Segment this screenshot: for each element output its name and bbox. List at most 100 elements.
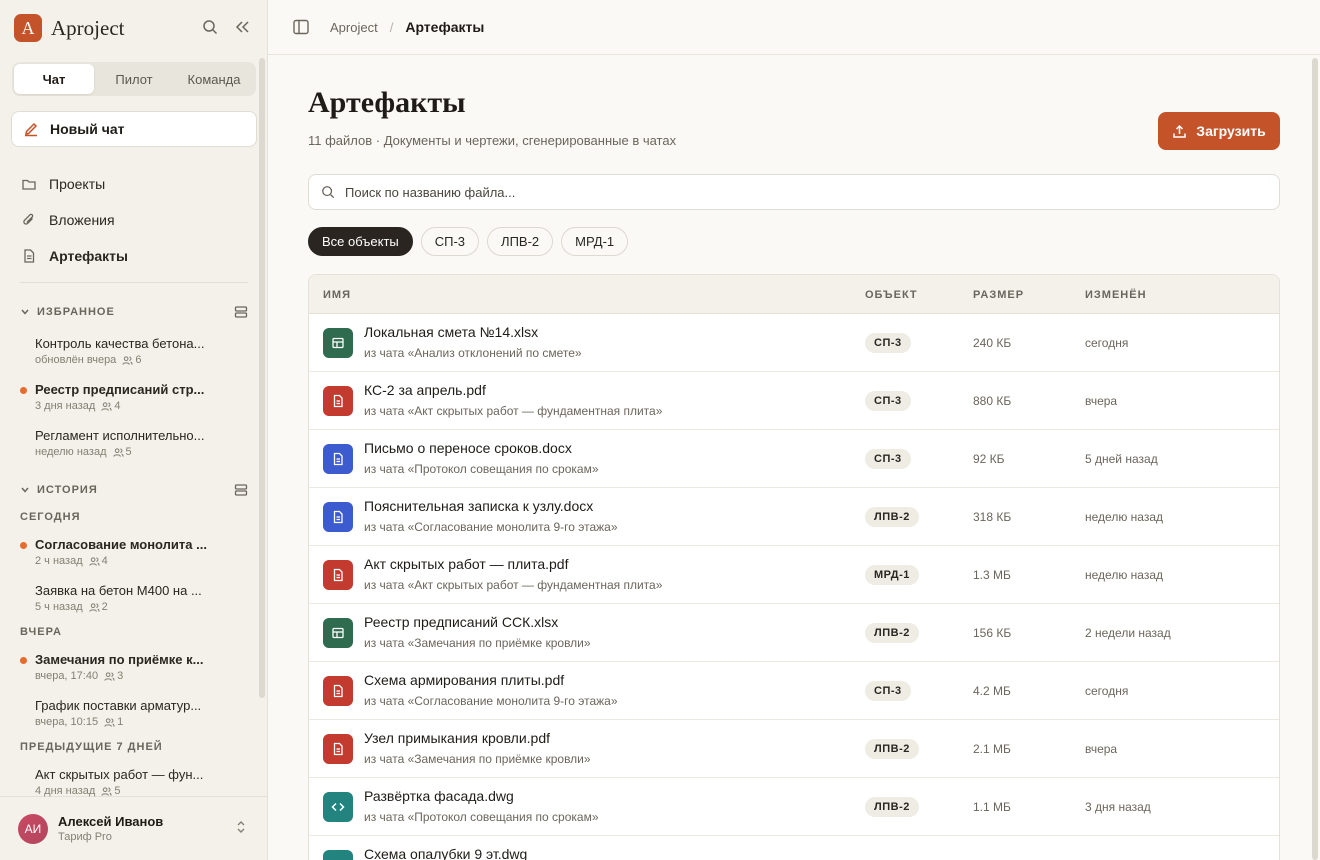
user-menu[interactable]: АИ Алексей Иванов Тариф Pro (0, 796, 267, 860)
table-row[interactable]: Акт скрытых работ — плита.pdf из чата «Ак… (309, 546, 1279, 604)
sidebar-item-1[interactable]: Вложения (12, 202, 256, 238)
column-object[interactable]: ОБЪЕКТ (865, 289, 918, 301)
table-row[interactable]: КС-2 за апрель.pdf из чата «Акт скрытых р… (309, 372, 1279, 430)
upload-label: Загрузить (1196, 123, 1266, 139)
sidebar-item-label: Артефакты (49, 248, 128, 264)
table-row[interactable]: Письмо о переносе сроков.docx из чата «Пр… (309, 430, 1279, 488)
file-search[interactable] (308, 174, 1280, 210)
table-row[interactable]: Реестр предписаний ССК.xlsx из чата «Заме… (309, 604, 1279, 662)
chat-list-item[interactable]: Акт скрытых работ — фун... 4 дня назад 5 (35, 767, 245, 797)
people-icon (89, 602, 100, 613)
file-source: из чата «Замечания по приёмке кровли» (364, 636, 591, 650)
file-name[interactable]: КС-2 за апрель.pdf (364, 382, 486, 398)
chat-list-item[interactable]: Реестр предписаний стр... 3 дня назад 4 (20, 382, 245, 412)
object-badge: МРД-1 (865, 565, 919, 585)
main-scrollbar[interactable] (1312, 58, 1318, 860)
file-modified: 3 дня назад (1085, 800, 1151, 814)
filter-chip[interactable]: МРД-1 (561, 227, 629, 256)
file-name[interactable]: Схема армирования плиты.pdf (364, 672, 564, 688)
brand[interactable]: A Aproject (14, 14, 124, 42)
search-icon[interactable] (201, 18, 219, 36)
sidebar-actions (201, 18, 251, 36)
table-row[interactable]: Развёртка фасада.dwg из чата «Протокол со… (309, 778, 1279, 836)
paperclip-icon (23, 213, 34, 225)
file-name[interactable]: Реестр предписаний ССК.xlsx (364, 614, 558, 630)
tab-1[interactable]: Пилот (94, 64, 174, 94)
chat-meta: 3 дня назад 4 (35, 400, 245, 412)
chat-meta: 2 ч назад 4 (35, 555, 245, 567)
code-file-icon (323, 792, 353, 822)
object-badge: ЛПВ-2 (865, 739, 919, 759)
table-row[interactable]: Схема опалубки 9 эт.dwg (309, 836, 1279, 860)
app-name: Aproject (51, 15, 125, 40)
artifacts-table: ИМЯ ОБЪЕКТ РАЗМЕР ИЗМЕНЁН Локальная смет… (308, 274, 1280, 860)
chat-list-item[interactable]: График поставки арматур... вчера, 10:15 1 (35, 698, 245, 728)
spreadsheet-icon (323, 328, 353, 358)
chat-title: График поставки арматур... (35, 698, 202, 713)
chat-list-item[interactable]: Контроль качества бетона... обновлён вчер… (35, 336, 245, 366)
pdf-file-icon (323, 560, 353, 590)
object-badge: ЛПВ-2 (865, 797, 919, 817)
file-modified: вчера (1085, 394, 1118, 408)
upload-button[interactable]: Загрузить (1158, 112, 1280, 150)
chat-title: Реестр предписаний стр... (35, 382, 205, 397)
chat-title: Заявка на бетон М400 на ... (35, 583, 202, 598)
people-icon (104, 717, 115, 728)
sidebar-scrollbar[interactable] (259, 58, 265, 698)
tab-2[interactable]: Команда (174, 64, 254, 94)
chat-time: 3 дня назад (35, 400, 96, 412)
column-modified[interactable]: ИЗМЕНЁН (1085, 289, 1147, 301)
doc-file-icon (323, 444, 353, 474)
search-input[interactable] (345, 184, 1245, 200)
filter-chip[interactable]: Все объекты (308, 227, 413, 256)
history-header[interactable]: ИСТОРИЯ (20, 483, 248, 497)
file-name[interactable]: Письмо о переносе сроков.docx (364, 440, 572, 456)
tab-0[interactable]: Чат (14, 64, 94, 94)
table-row[interactable]: Пояснительная записка к узлу.docx из чата… (309, 488, 1279, 546)
unread-dot (20, 542, 27, 549)
object-badge: СП-3 (865, 391, 911, 411)
object-badge: СП-3 (865, 449, 911, 469)
sidebar-divider (20, 282, 248, 283)
table-row[interactable]: Локальная смета №14.xlsx из чата «Анализ … (309, 314, 1279, 372)
file-name[interactable]: Узел примыкания кровли.pdf (364, 730, 550, 746)
chat-list-item[interactable]: Согласование монолита ... 2 ч назад 4 (20, 537, 245, 567)
people-icon (89, 556, 100, 567)
file-source: из чата «Анализ отклонений по смете» (364, 346, 582, 360)
file-modified: неделю назад (1085, 568, 1163, 582)
file-name[interactable]: Схема опалубки 9 эт.dwg (364, 846, 527, 860)
table-row[interactable]: Узел примыкания кровли.pdf из чата «Замеч… (309, 720, 1279, 778)
sidebar-item-0[interactable]: Проекты (12, 166, 256, 202)
table-header: ИМЯ ОБЪЕКТ РАЗМЕР ИЗМЕНЁН (309, 275, 1279, 314)
new-chat-button[interactable]: Новый чат (11, 111, 257, 147)
collapse-sidebar-icon[interactable] (233, 18, 251, 36)
table-row[interactable]: Схема армирования плиты.pdf из чата «Согл… (309, 662, 1279, 720)
column-name[interactable]: ИМЯ (323, 289, 351, 301)
filter-chip[interactable]: ЛПВ-2 (487, 227, 554, 256)
file-name[interactable]: Акт скрытых работ — плита.pdf (364, 556, 568, 572)
file-name[interactable]: Локальная смета №14.xlsx (364, 324, 538, 340)
sidebar-item-2[interactable]: Артефакты (12, 238, 256, 274)
file-name[interactable]: Развёртка фасада.dwg (364, 788, 514, 804)
chat-title: Регламент исполнительно... (35, 428, 205, 443)
sidebar: A Aproject Чат Пилот Команда Новый чат Про… (0, 0, 268, 860)
filter-chip[interactable]: СП-3 (420, 227, 480, 256)
main-nav: Проекты Вложения Артефакты (12, 166, 256, 274)
column-size[interactable]: РАЗМЕР (973, 289, 1024, 301)
chat-meta: обновлён вчера 6 (35, 354, 245, 366)
breadcrumb-root[interactable]: Aproject (330, 20, 378, 35)
sidebar-toggle-icon[interactable] (292, 18, 310, 36)
favorites-header[interactable]: ИЗБРАННОЕ (20, 305, 248, 319)
stack-icon[interactable] (234, 305, 248, 319)
history-group-label: СЕГОДНЯ (20, 511, 81, 523)
file-modified: неделю назад (1085, 510, 1163, 524)
file-name[interactable]: Пояснительная записка к узлу.docx (364, 498, 593, 514)
chat-list-item[interactable]: Регламент исполнительно... неделю назад 5 (35, 428, 245, 458)
stack-icon[interactable] (234, 483, 248, 497)
chat-list-item[interactable]: Замечания по приёмке к... вчера, 17:40 3 (20, 652, 245, 682)
file-size: 2.1 МБ (973, 742, 1011, 756)
chat-list-item[interactable]: Заявка на бетон М400 на ... 5 ч назад 2 (35, 583, 245, 613)
chevron-down-icon (21, 309, 29, 315)
participants: 3 (104, 670, 123, 682)
chat-time: неделю назад (35, 446, 107, 458)
